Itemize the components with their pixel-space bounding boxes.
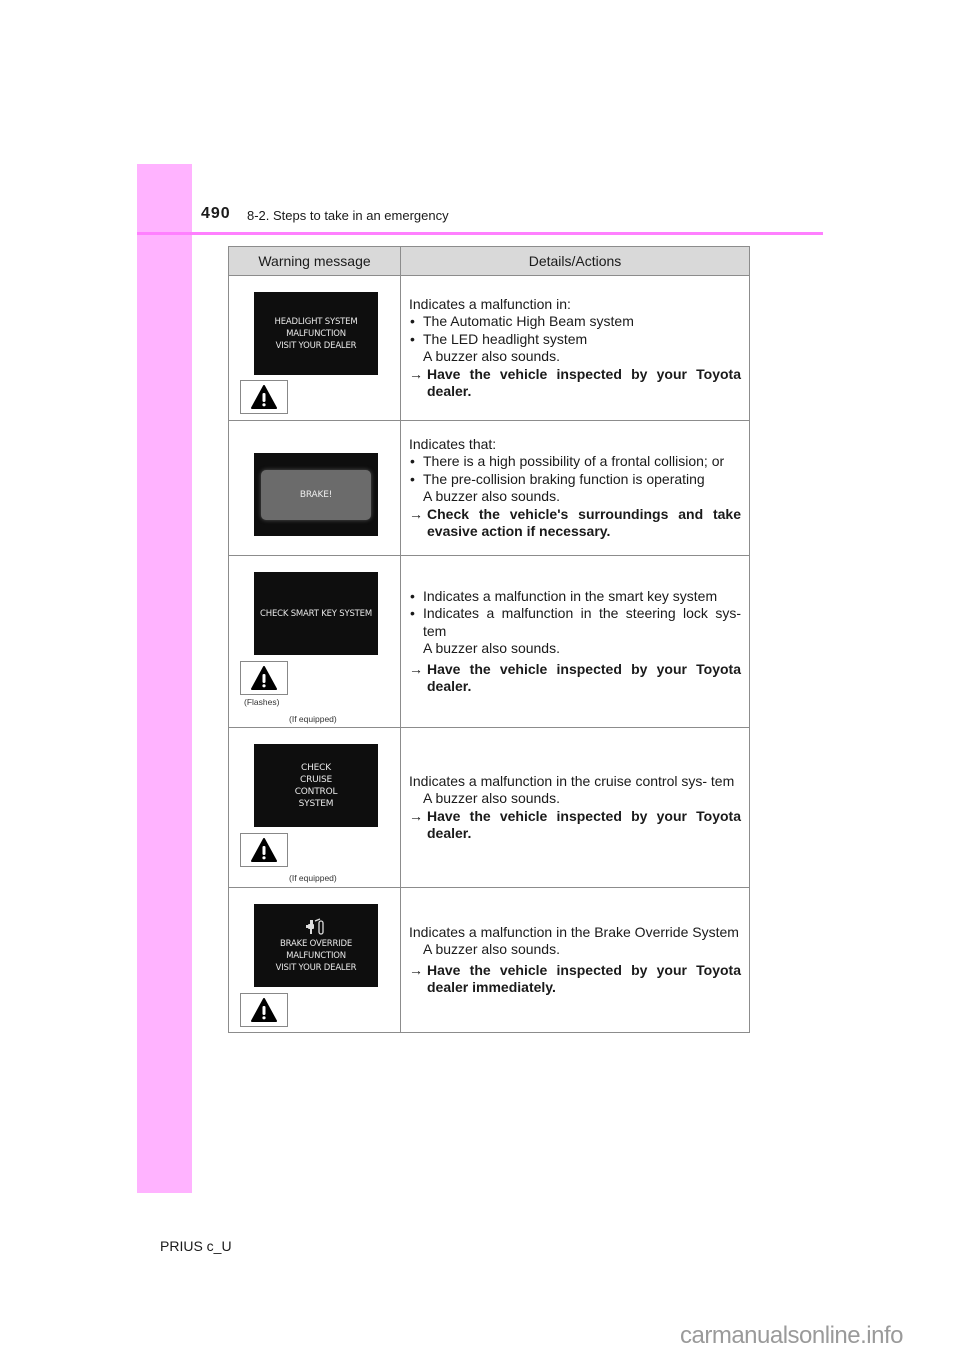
brake-override-icon xyxy=(306,917,324,935)
action-text: → Have the vehicle inspected by your Toyo… xyxy=(409,962,741,997)
warning-light-box xyxy=(240,661,288,695)
warning-light-box xyxy=(240,993,288,1027)
if-equipped-note: (If equipped) xyxy=(289,714,337,724)
display-screen-cruise-control: CHECK CRUISE CONTROL SYSTEM xyxy=(254,744,378,827)
action-text: → Have the vehicle inspected by your Toyo… xyxy=(409,808,741,843)
display-line: SYSTEM xyxy=(298,798,334,809)
arrow-icon: → xyxy=(409,660,423,677)
display-line: CRUISE xyxy=(300,774,332,785)
action-text: → Have the vehicle inspected by your Toyo… xyxy=(409,661,741,696)
page-number: 490 xyxy=(201,205,231,222)
display-line: MALFUNCTION xyxy=(286,328,346,339)
details-cell: Indicates a malfunction in the smart key… xyxy=(400,555,750,728)
details-lead: Indicates a malfunction in the cruise co… xyxy=(409,772,735,789)
buzzer-note: A buzzer also sounds. xyxy=(423,488,560,504)
table-row: CHECK SMART KEY SYSTEM (Flashes) (If equ… xyxy=(228,555,750,728)
buzzer-note: A buzzer also sounds. xyxy=(423,640,560,656)
header-divider xyxy=(137,232,823,235)
action-label: Have the vehicle inspected by your Toyot… xyxy=(427,807,741,842)
arrow-icon: → xyxy=(409,807,423,824)
action-label: Check the vehicle's surroundings and tak… xyxy=(427,505,741,540)
model-code: PRIUS c_U xyxy=(160,1238,232,1254)
display-line: CHECK SMART KEY SYSTEM xyxy=(260,608,372,619)
warning-light-box xyxy=(240,833,288,867)
arrow-icon: → xyxy=(409,961,423,978)
brake-alert-panel: BRAKE! xyxy=(261,469,371,520)
flashes-caption: (Flashes) xyxy=(244,697,280,707)
table-row: CHECK CRUISE CONTROL SYSTEM (If equipped… xyxy=(228,727,750,888)
warning-triangle-icon xyxy=(251,838,277,862)
table-header-row: Warning message Details/Actions xyxy=(228,246,750,276)
display-line: HEADLIGHT SYSTEM xyxy=(274,316,358,327)
details-cell: Indicates that: There is a high possibil… xyxy=(400,420,750,556)
display-line: VISIT YOUR DEALER xyxy=(275,340,357,351)
warning-triangle-icon xyxy=(251,666,277,690)
arrow-icon: → xyxy=(409,505,423,522)
action-label: Have the vehicle inspected by your Toyot… xyxy=(427,961,741,996)
table-row: HEADLIGHT SYSTEM MALFUNCTION VISIT YOUR … xyxy=(228,275,750,421)
details-bullet: The Automatic High Beam system xyxy=(409,313,741,331)
column-header-warning-message: Warning message xyxy=(228,246,401,276)
display-screen-brake: BRAKE! xyxy=(254,453,378,536)
display-line: CONTROL xyxy=(294,786,338,797)
warning-light-box xyxy=(240,380,288,414)
details-bullet: The pre-collision braking function is op… xyxy=(409,471,741,489)
section-title: 8-2. Steps to take in an emergency xyxy=(247,208,449,223)
details-bullet: The LED headlight system xyxy=(409,331,741,349)
warning-message-cell: BRAKE OVERRIDE MALFUNCTION VISIT YOUR DE… xyxy=(228,887,401,1033)
display-line: BRAKE OVERRIDE xyxy=(279,938,352,949)
display-line: VISIT YOUR DEALER xyxy=(275,962,357,973)
details-cell: Indicates a malfunction in the Brake Ove… xyxy=(400,887,750,1033)
details-lead: Indicates that: xyxy=(409,435,497,452)
details-bullet: Indicates a malfunction in the steering … xyxy=(409,605,741,640)
watermark: carmanualsonline.info xyxy=(680,1322,903,1349)
warning-message-cell: CHECK SMART KEY SYSTEM (Flashes) (If equ… xyxy=(228,555,401,728)
display-screen-headlight: HEADLIGHT SYSTEM MALFUNCTION VISIT YOUR … xyxy=(254,292,378,375)
action-text: → Have the vehicle inspected by your Toyo… xyxy=(409,366,741,401)
warning-triangle-icon xyxy=(251,998,277,1022)
if-equipped-note: (If equipped) xyxy=(289,873,337,883)
details-lead: Indicates a malfunction in: xyxy=(409,295,571,312)
display-line: MALFUNCTION xyxy=(286,950,346,961)
display-screen-brake-override: BRAKE OVERRIDE MALFUNCTION VISIT YOUR DE… xyxy=(254,904,378,987)
column-header-details-actions: Details/Actions xyxy=(400,246,750,276)
warning-message-cell: BRAKE! xyxy=(228,420,401,556)
warning-triangle-icon xyxy=(251,385,277,409)
buzzer-note: A buzzer also sounds. xyxy=(423,348,560,364)
display-line: CHECK xyxy=(301,762,331,773)
table-row: BRAKE! Indicates that: There is a high p… xyxy=(228,420,750,556)
action-text: → Check the vehicle's surroundings and ta… xyxy=(409,506,741,541)
details-lead: Indicates a malfunction in the Brake Ove… xyxy=(409,923,739,940)
warning-message-table: Warning message Details/Actions HEADLIGH… xyxy=(228,246,750,1033)
arrow-icon: → xyxy=(409,365,423,382)
details-cell: Indicates a malfunction in: The Automati… xyxy=(400,275,750,421)
table-row: BRAKE OVERRIDE MALFUNCTION VISIT YOUR DE… xyxy=(228,887,750,1033)
buzzer-note: A buzzer also sounds. xyxy=(423,790,560,806)
display-line: BRAKE! xyxy=(299,489,333,500)
chapter-side-tab xyxy=(137,164,192,1193)
buzzer-note: A buzzer also sounds. xyxy=(423,941,560,957)
display-screen-smart-key: CHECK SMART KEY SYSTEM xyxy=(254,572,378,655)
details-bullet: There is a high possibility of a frontal… xyxy=(409,453,741,471)
action-label: Have the vehicle inspected by your Toyot… xyxy=(427,365,741,400)
warning-message-cell: HEADLIGHT SYSTEM MALFUNCTION VISIT YOUR … xyxy=(228,275,401,421)
action-label: Have the vehicle inspected by your Toyot… xyxy=(427,660,741,695)
warning-message-cell: CHECK CRUISE CONTROL SYSTEM (If equipped… xyxy=(228,727,401,888)
details-bullet: Indicates a malfunction in the smart key… xyxy=(409,588,741,606)
details-cell: Indicates a malfunction in the cruise co… xyxy=(400,727,750,888)
